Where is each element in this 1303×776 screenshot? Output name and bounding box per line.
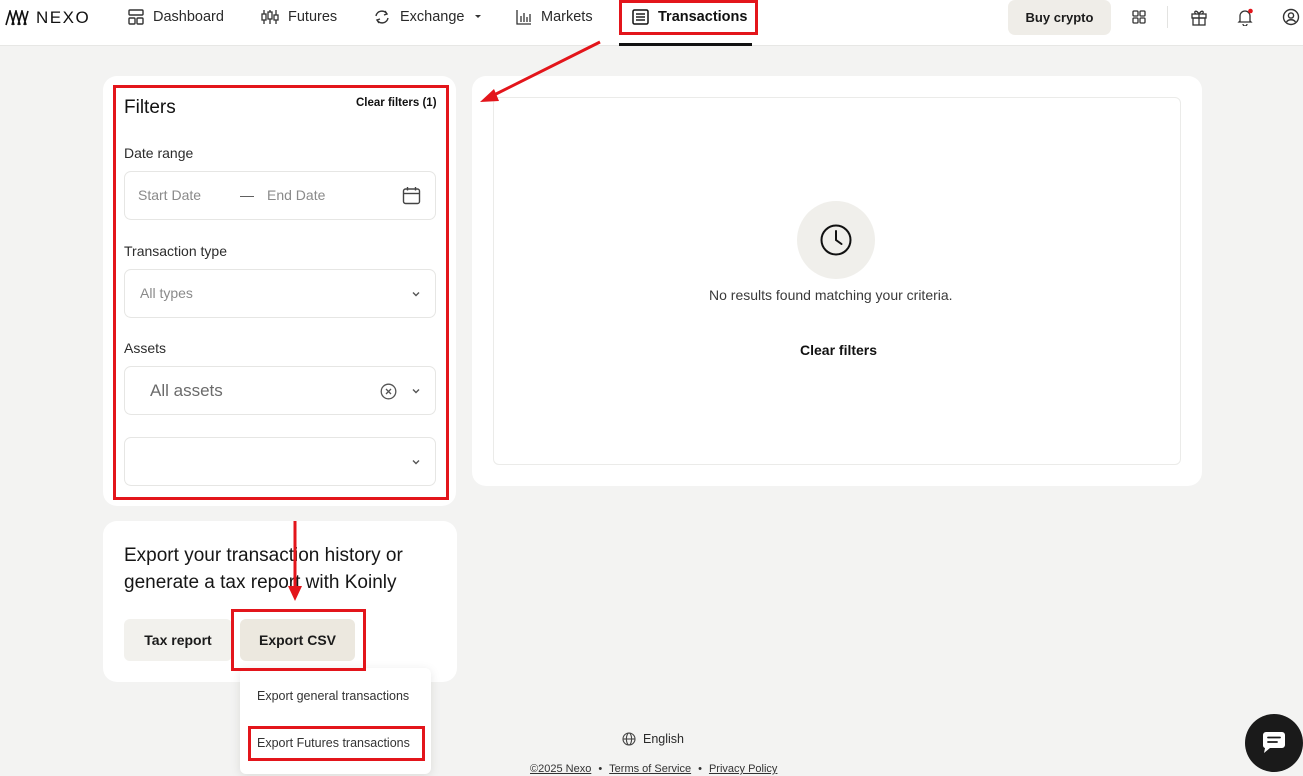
buy-crypto-button[interactable]: Buy crypto: [1008, 0, 1111, 35]
nav-markets[interactable]: Markets: [516, 8, 593, 26]
logo-text: NEXO: [36, 8, 91, 27]
footer-bullet: •: [698, 763, 702, 775]
date-separator: —: [240, 187, 254, 203]
clear-filters-link[interactable]: Clear filters (1): [356, 97, 437, 109]
export-dropdown-menu: [240, 668, 431, 774]
export-general-transactions-item[interactable]: Export general transactions: [257, 689, 409, 703]
bar-chart-icon: [516, 10, 531, 25]
list-icon: [632, 9, 649, 25]
start-date-input[interactable]: Start Date: [138, 187, 201, 203]
transaction-type-label: Transaction type: [124, 243, 227, 259]
chevron-down-icon: [412, 292, 420, 297]
transaction-type-value: All types: [140, 285, 193, 301]
tax-report-button[interactable]: Tax report: [124, 619, 232, 661]
nav-exchange-label: Exchange: [400, 9, 465, 25]
transaction-type-select[interactable]: All types: [124, 269, 436, 318]
nav-transactions-label: Transactions: [658, 9, 748, 25]
terms-of-service-link[interactable]: Terms of Service: [609, 763, 691, 775]
user-icon[interactable]: [1282, 8, 1300, 26]
copyright-link[interactable]: ©2025 Nexo: [530, 763, 591, 775]
no-results-message: No results found matching your criteria.: [709, 287, 953, 303]
nexo-logo-icon: [5, 10, 29, 26]
language-label: English: [643, 732, 684, 746]
globe-icon: [622, 732, 636, 746]
clear-filters-button[interactable]: Clear filters: [800, 342, 877, 358]
date-range-label: Date range: [124, 145, 194, 161]
clock-icon: [820, 224, 852, 256]
calendar-icon[interactable]: [402, 186, 421, 205]
dashboard-icon: [128, 9, 144, 25]
assets-label: Assets: [124, 340, 167, 356]
footer-links: ©2025 Nexo • Terms of Service • Privacy …: [530, 763, 777, 775]
filters-title: Filters: [124, 97, 176, 118]
chat-bubble-icon: [1262, 732, 1285, 753]
nav-exchange[interactable]: Exchange: [373, 8, 482, 26]
footer-bullet: •: [598, 763, 603, 775]
candlestick-icon: [261, 10, 279, 24]
export-futures-transactions-item[interactable]: Export Futures transactions: [257, 736, 410, 750]
clock-badge: [797, 201, 875, 279]
assets-value: All assets: [150, 381, 223, 400]
nav-dashboard[interactable]: Dashboard: [128, 8, 224, 26]
nexo-logo[interactable]: NEXO: [5, 8, 91, 27]
language-selector[interactable]: English: [622, 732, 684, 746]
top-navigation-bar: NEXO Dashboard Futures Exchange Markets …: [0, 0, 1303, 46]
chevron-down-icon: [412, 389, 420, 394]
assets-select[interactable]: All assets: [124, 366, 436, 415]
apps-grid-icon[interactable]: [1130, 8, 1148, 26]
export-title: Export your transaction history or gener…: [124, 545, 403, 593]
nav-markets-label: Markets: [541, 9, 593, 25]
date-range-picker[interactable]: Start Date — End Date: [124, 171, 436, 220]
nav-transactions[interactable]: Transactions: [632, 8, 747, 26]
privacy-policy-link[interactable]: Privacy Policy: [709, 763, 777, 775]
active-tab-underline: [619, 43, 752, 46]
nav-futures[interactable]: Futures: [261, 8, 337, 26]
gift-icon[interactable]: [1190, 8, 1208, 26]
chevron-down-icon: [412, 460, 420, 465]
secondary-select[interactable]: [124, 437, 436, 486]
caret-down-icon: [474, 15, 481, 18]
nav-divider: [1167, 6, 1168, 28]
exchange-icon: [375, 10, 389, 24]
end-date-input[interactable]: End Date: [267, 187, 325, 203]
nav-futures-label: Futures: [288, 9, 338, 25]
chat-support-button[interactable]: [1245, 714, 1303, 772]
nav-dashboard-label: Dashboard: [153, 9, 224, 25]
clear-circle-icon[interactable]: [380, 383, 397, 400]
bell-icon[interactable]: [1236, 8, 1254, 26]
results-empty-state: [493, 97, 1181, 465]
export-csv-button[interactable]: Export CSV: [240, 619, 355, 661]
